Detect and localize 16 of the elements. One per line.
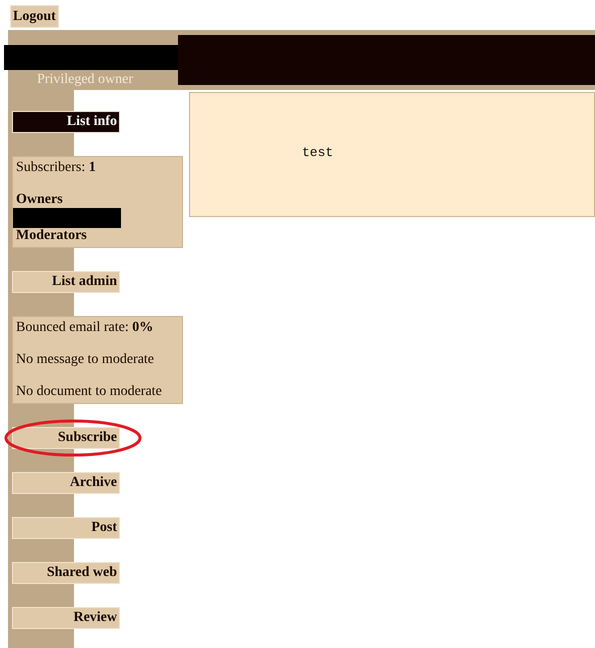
- info-text: No message to moderate: [16, 352, 156, 368]
- nav-button[interactable]: Post: [12, 517, 120, 539]
- nav-button[interactable]: List info: [12, 111, 120, 133]
- info-heading: Owners: [16, 192, 64, 208]
- content-text: test: [302, 145, 334, 160]
- info-text: Bounced email rate: 0%: [16, 320, 154, 336]
- info-heading: Moderators: [16, 228, 88, 244]
- info-text: Subscribers: 1: [16, 160, 97, 176]
- nav-button[interactable]: List admin: [12, 271, 120, 293]
- nav-button[interactable]: Archive: [12, 472, 120, 494]
- nav-button[interactable]: Subscribe: [12, 427, 120, 449]
- info-text: No document to moderate: [16, 384, 163, 400]
- nav-button[interactable]: Review: [12, 607, 120, 629]
- logout-button[interactable]: Logout: [10, 5, 59, 28]
- role-label: Privileged owner: [37, 72, 134, 88]
- nav-button[interactable]: Shared web: [12, 562, 120, 584]
